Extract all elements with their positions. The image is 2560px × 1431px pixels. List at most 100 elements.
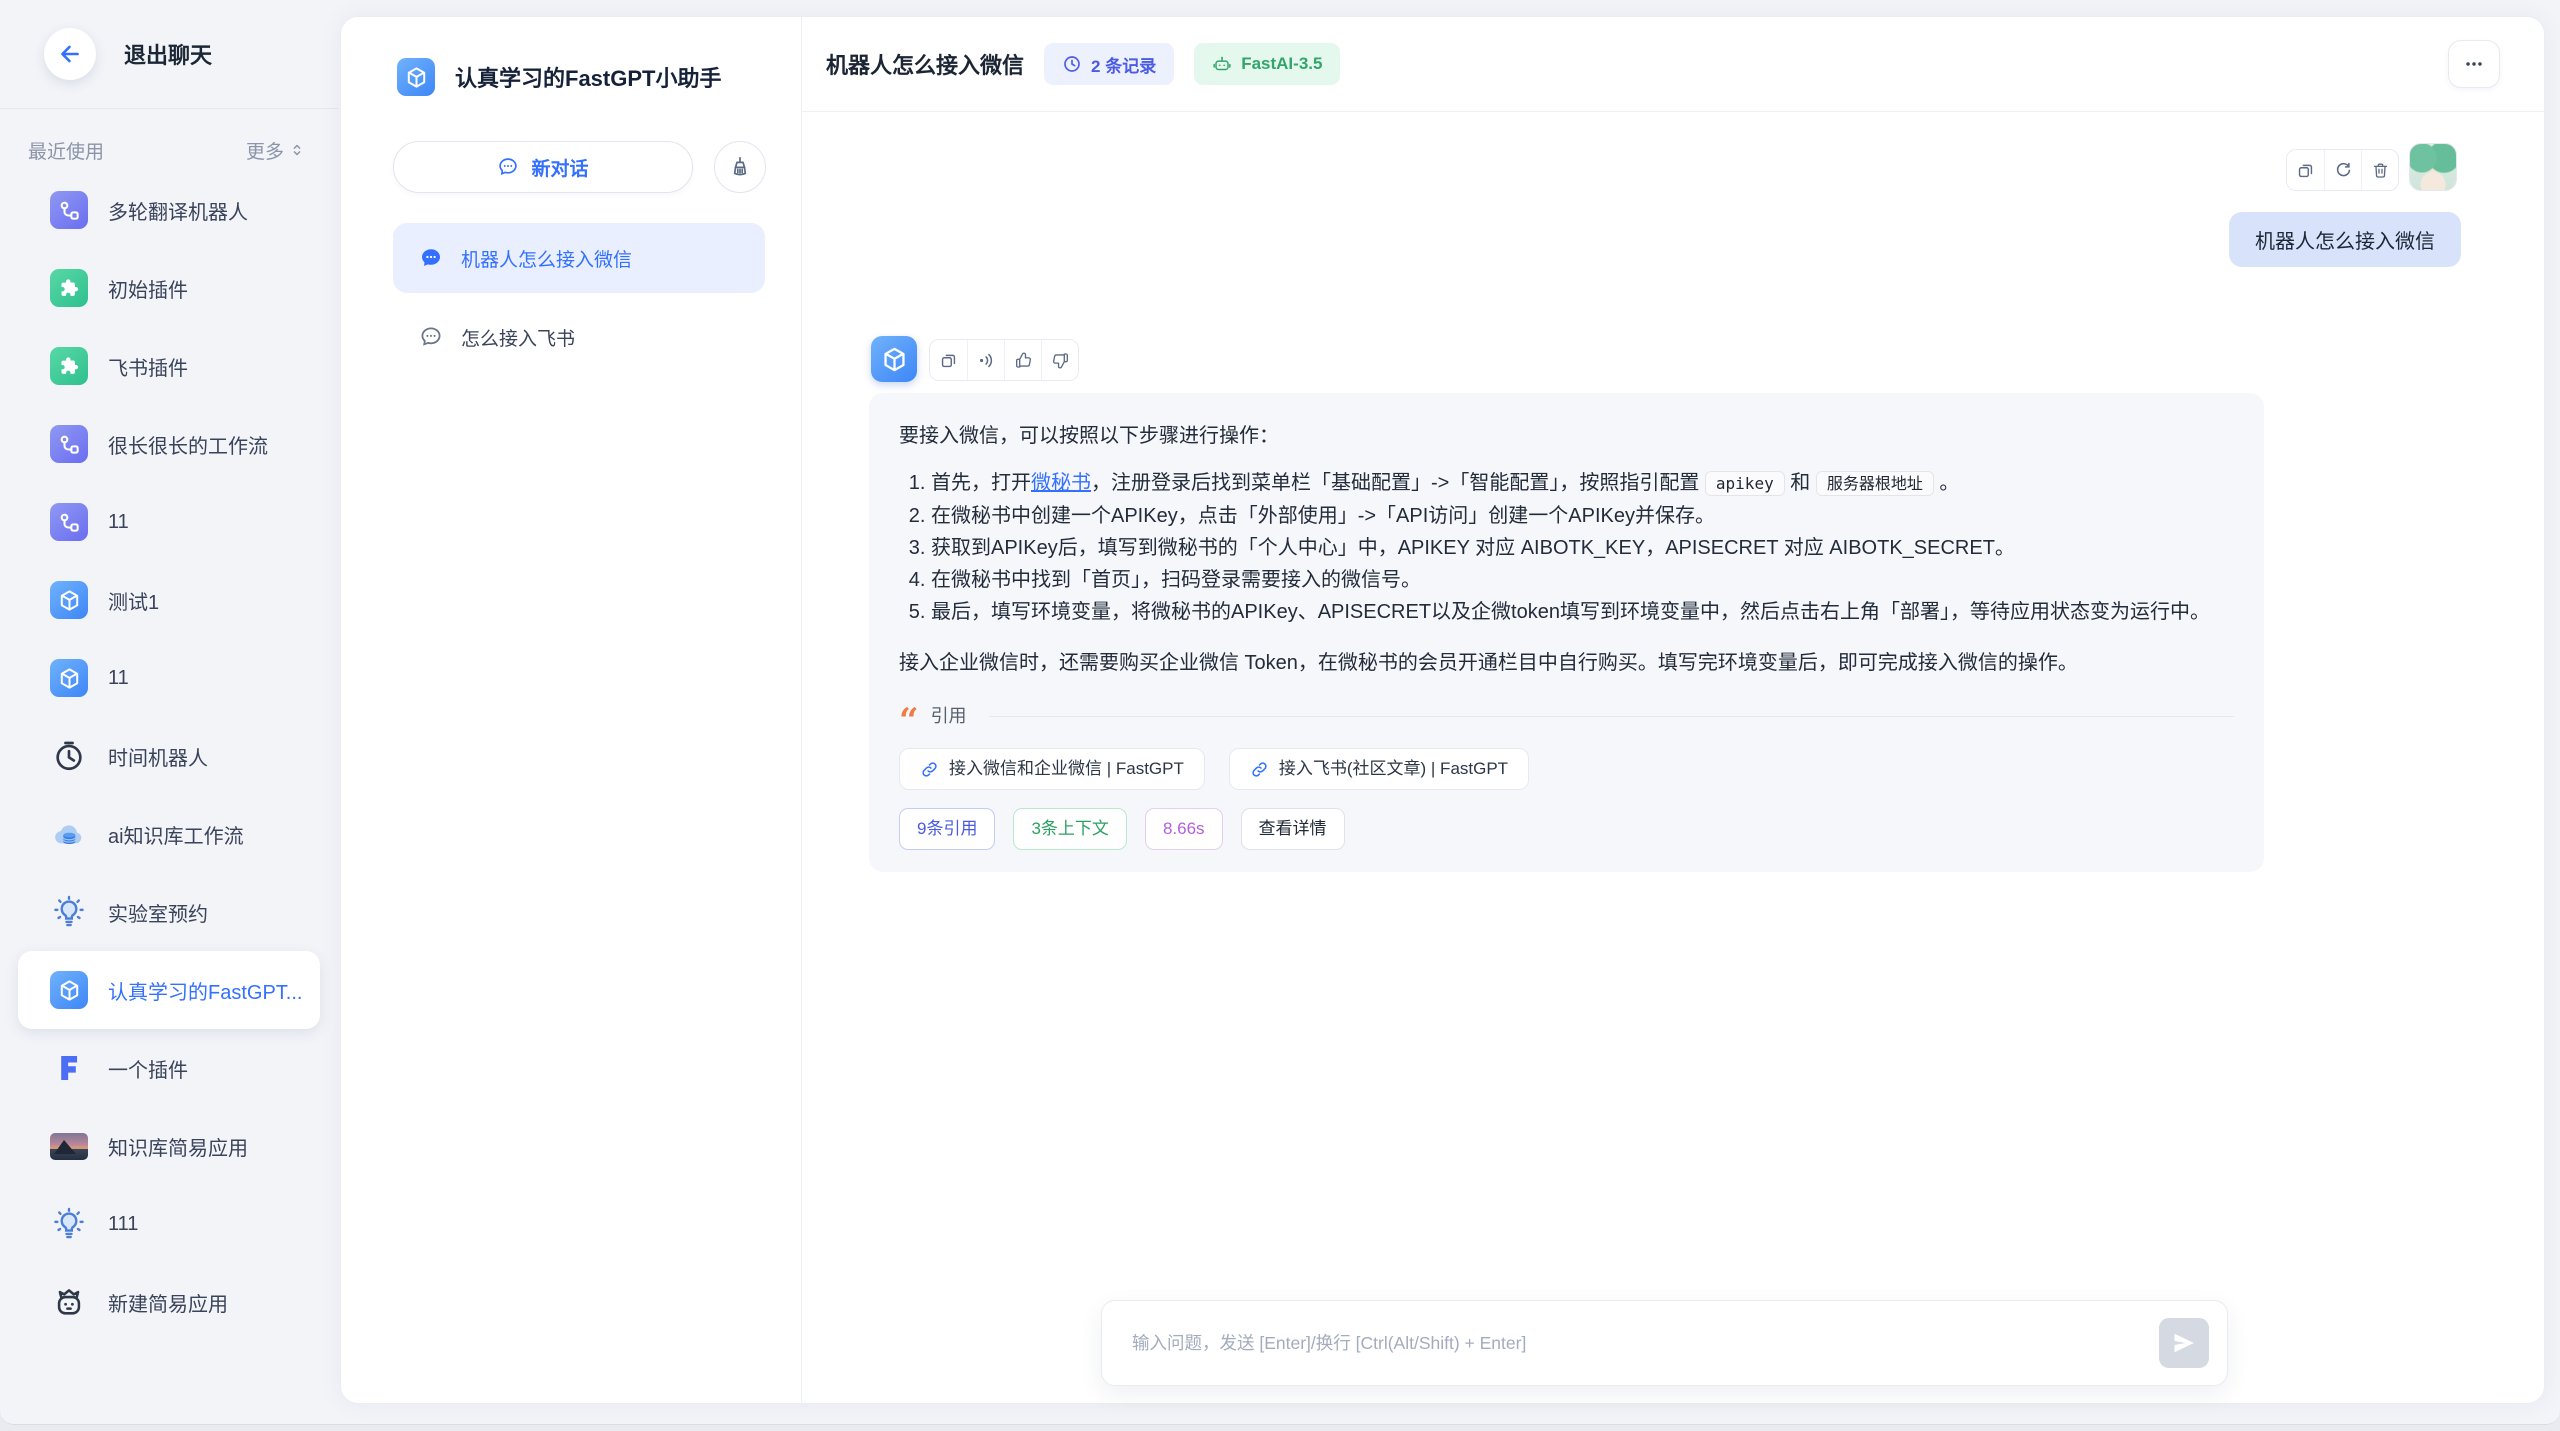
chat-title: 机器人怎么接入微信: [826, 48, 1024, 80]
sidebar-item-feishu-plugin[interactable]: 飞书插件: [18, 327, 320, 405]
answer-step-2: 在微秘书中创建一个APIKey，点击「外部使用」->「API访问」创建一个API…: [931, 500, 2234, 532]
send-icon: [2171, 1330, 2197, 1356]
sidebar-item-lab-booking[interactable]: 实验室预约: [18, 873, 320, 951]
thumbs-up-icon: [1014, 351, 1033, 370]
sidebar-item-11-cube[interactable]: 11: [18, 639, 320, 717]
retry-icon: [2334, 161, 2353, 180]
message-input[interactable]: [1132, 1333, 2159, 1354]
retry-message-button[interactable]: [2324, 150, 2361, 190]
sidebar-header: 退出聊天: [0, 0, 338, 108]
sidebar-item-11-workflow[interactable]: 11: [18, 483, 320, 561]
chat-history-list: 机器人怎么接入微信 怎么接入飞书: [393, 223, 765, 381]
sidebar-item-initial-plugin[interactable]: 初始插件: [18, 249, 320, 327]
sidebar-item-a-plugin[interactable]: 一个插件: [18, 1029, 320, 1107]
thumbs-down-icon: [1051, 351, 1070, 370]
app-panel: 认真学习的FastGPT小助手 新对话 机器人怎么接入微信: [341, 17, 801, 1403]
app-title-row: 认真学习的FastGPT小助手: [397, 58, 801, 96]
user-message-toolbar: [2286, 149, 2399, 191]
weimishu-link[interactable]: 微秘书: [1031, 472, 1091, 494]
more-apps-label: 更多: [246, 137, 284, 164]
sidebar-item-new-simple-app[interactable]: 新建简易应用: [18, 1263, 320, 1341]
link-icon: [1250, 760, 1269, 779]
answer-step-5: 最后，填写环境变量，将微秘书的APIKey、APISECRET以及企微token…: [931, 596, 2234, 628]
app-surface: 退出聊天 最近使用 更多 多轮翻译机器人 初始插件: [0, 0, 2560, 1425]
clear-history-button[interactable]: [714, 141, 766, 193]
copy-message-button[interactable]: [2287, 150, 2324, 190]
user-avatar[interactable]: [2409, 143, 2457, 191]
sort-chevrons-icon: [288, 141, 306, 159]
answer-note: 接入企业微信时，还需要购买企业微信 Token，在微秘书的会员开通栏目中自行购买…: [899, 647, 2234, 679]
context-count-badge[interactable]: 3条上下文: [1013, 808, 1126, 850]
sidebar-item-ai-kb-workflow[interactable]: ai知识库工作流: [18, 795, 320, 873]
more-apps-button[interactable]: 更多: [246, 137, 306, 164]
copy-icon: [939, 351, 958, 370]
fastgpt-logo-icon: [50, 1049, 88, 1087]
cube-icon: [50, 971, 88, 1009]
new-chat-label: 新对话: [531, 154, 588, 181]
puzzle-icon: [50, 269, 88, 307]
sidebar: 退出聊天 最近使用 更多 多轮翻译机器人 初始插件: [0, 0, 338, 1418]
sidebar-item-label: 新建简易应用: [108, 1288, 228, 1317]
history-item-feishu[interactable]: 怎么接入飞书: [393, 302, 765, 372]
inline-code-server-root: 服务器根地址: [1816, 471, 1934, 496]
robot-icon: [50, 1283, 88, 1321]
chat-more-menu-button[interactable]: [2448, 40, 2500, 88]
sidebar-item-label: 11: [108, 511, 129, 534]
send-button[interactable]: [2159, 1318, 2209, 1368]
app-cube-icon: [397, 58, 435, 96]
exit-chat-button[interactable]: [44, 28, 96, 80]
thumbs-up-button[interactable]: [1004, 340, 1041, 380]
view-details-button[interactable]: 查看详情: [1241, 808, 1345, 850]
panel-actions: 新对话: [393, 141, 766, 193]
new-chat-button[interactable]: 新对话: [393, 141, 693, 193]
citation-chip-feishu[interactable]: 接入飞书(社区文章) | FastGPT: [1229, 748, 1529, 790]
records-badge: 2 条记录: [1044, 43, 1174, 85]
thumbs-down-button[interactable]: [1041, 340, 1078, 380]
trash-icon: [2371, 161, 2390, 180]
cube-icon: [880, 345, 909, 374]
message-input-container: [1101, 1300, 2228, 1386]
workflow-icon: [50, 191, 88, 229]
assistant-avatar: [871, 336, 917, 382]
chat-bubble-icon: [497, 156, 519, 178]
broom-icon: [728, 155, 752, 179]
citations-count-badge[interactable]: 9条引用: [899, 808, 995, 850]
citation-chip-wechat[interactable]: 接入微信和企业微信 | FastGPT: [899, 748, 1205, 790]
recent-apps-row: 最近使用 更多: [0, 135, 338, 165]
delete-message-button[interactable]: [2361, 150, 2398, 190]
answer-steps-list: 首先，打开微秘书，注册登录后找到菜单栏「基础配置」->「智能配置」，按照指引配置…: [899, 467, 2234, 628]
assistant-message-card: 要接入微信，可以按照以下步骤进行操作： 首先，打开微秘书，注册登录后找到菜单栏「…: [869, 393, 2264, 872]
sidebar-item-label: 飞书插件: [108, 352, 188, 381]
sidebar-item-label: 多轮翻译机器人: [108, 196, 248, 225]
sidebar-item-label: 知识库简易应用: [108, 1132, 248, 1161]
workflow-icon: [50, 503, 88, 541]
sidebar-item-test1[interactable]: 测试1: [18, 561, 320, 639]
read-aloud-button[interactable]: [967, 340, 1004, 380]
sidebar-item-label: ai知识库工作流: [108, 820, 244, 849]
recent-apps-label: 最近使用: [28, 137, 104, 164]
sidebar-item-111[interactable]: 111: [18, 1185, 320, 1263]
sidebar-item-kb-simple-app[interactable]: 知识库简易应用: [18, 1107, 320, 1185]
citation-section-header: “ 引用: [899, 699, 2234, 733]
sidebar-item-label: 初始插件: [108, 274, 188, 303]
lightbulb-icon: [50, 1205, 88, 1243]
copy-response-button[interactable]: [930, 340, 967, 380]
sidebar-item-label: 11: [108, 667, 129, 690]
sidebar-item-fastgpt-assistant-active[interactable]: 认真学习的FastGPT...: [18, 951, 320, 1029]
clock-icon: [1062, 54, 1082, 74]
clock-icon: [50, 737, 88, 775]
sidebar-item-time-robot[interactable]: 时间机器人: [18, 717, 320, 795]
sidebar-item-multi-turn-translator[interactable]: 多轮翻译机器人: [18, 171, 320, 249]
app-title: 认真学习的FastGPT小助手: [455, 61, 721, 93]
answer-intro: 要接入微信，可以按照以下步骤进行操作：: [899, 420, 2234, 452]
sidebar-item-label: 测试1: [108, 586, 159, 615]
sidebar-item-label: 一个插件: [108, 1054, 188, 1083]
ellipsis-icon: [2463, 53, 2485, 75]
sidebar-item-long-workflow[interactable]: 很长很长的工作流: [18, 405, 320, 483]
robot-icon: [1212, 54, 1232, 74]
model-badge: FastAI-3.5: [1194, 43, 1340, 85]
history-item-wechat[interactable]: 机器人怎么接入微信: [393, 223, 765, 293]
assistant-message-toolbar: [929, 339, 1079, 381]
sidebar-divider: [0, 108, 338, 109]
citation-chips: 接入微信和企业微信 | FastGPT 接入飞书(社区文章) | FastGPT: [899, 748, 2234, 790]
